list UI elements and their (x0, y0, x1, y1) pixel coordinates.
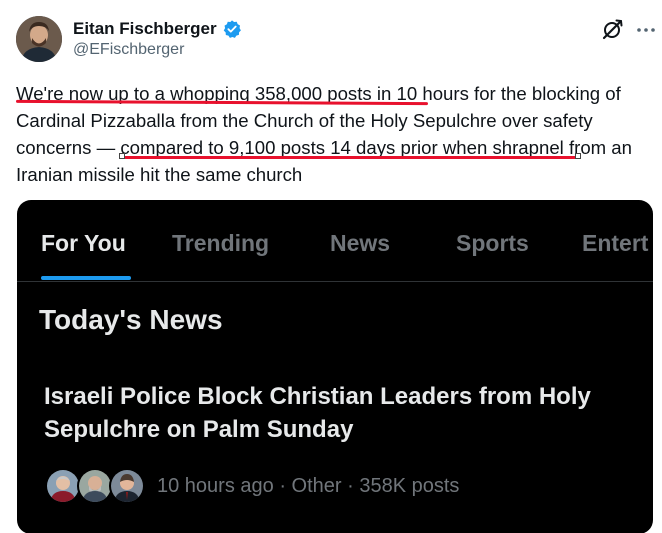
headline-line: Sepulchre on Palm Sunday (44, 416, 354, 443)
headline-line: Israeli Police Block Christian Leaders f… (44, 383, 591, 410)
avatar (77, 468, 113, 504)
tweet-header: Eitan Fischberger @EFischberger (16, 14, 656, 64)
grok-icon[interactable] (600, 18, 624, 42)
highlight-underline (122, 156, 578, 159)
avatar (45, 468, 81, 504)
explore-tabs: For You Trending News Sports Entert (17, 200, 653, 282)
tweet-line: Iranian missile hit the same church (16, 164, 303, 185)
tab-sports[interactable]: Sports (456, 230, 529, 257)
news-headline[interactable]: Israeli Police Block Christian Leaders f… (44, 380, 634, 446)
avatar (109, 468, 145, 504)
author-handle[interactable]: @EFischberger (73, 41, 184, 59)
author-display-name[interactable]: Eitan Fischberger (73, 19, 217, 39)
verified-badge-icon (222, 19, 242, 39)
tweet-text: We're now up to a whopping 358,000 posts… (16, 80, 652, 188)
active-tab-indicator (41, 276, 131, 280)
tab-entertainment[interactable]: Entert (582, 230, 648, 257)
author-name-row: Eitan Fischberger (73, 18, 242, 40)
news-meta-text: 10 hours ago · Other · 358K posts (157, 474, 460, 497)
tweet-line: Cardinal Pizzaballa from the Church of t… (16, 110, 593, 131)
selection-handle[interactable] (575, 153, 581, 159)
participant-avatars (45, 468, 145, 504)
news-meta: 10 hours ago · Other · 358K posts (45, 468, 459, 504)
author-avatar[interactable] (16, 16, 62, 62)
more-dots-icon[interactable] (634, 18, 658, 42)
tab-news[interactable]: News (330, 230, 390, 257)
tab-trending[interactable]: Trending (172, 230, 269, 257)
section-title: Today's News (39, 304, 223, 335)
tab-for-you[interactable]: For You (41, 230, 126, 257)
embedded-screenshot[interactable]: For You Trending News Sports Entert Toda… (17, 200, 653, 533)
selection-handle[interactable] (119, 153, 125, 159)
